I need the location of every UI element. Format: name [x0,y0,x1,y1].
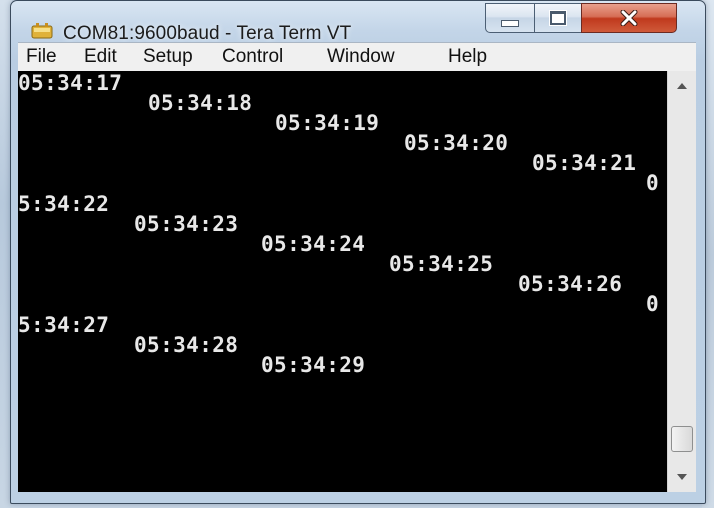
terminal-line: 0 [646,171,660,195]
menu-control[interactable]: Control [222,46,283,68]
terminal-line: 5:34:27 [18,313,110,337]
close-icon [620,10,638,26]
terminal-line: 05:34:19 [275,111,380,135]
terminal-line: 05:34:23 [134,212,239,236]
terminal-line: 05:34:28 [134,333,239,357]
menu-bar: File Edit Setup Control Window Help [18,42,696,71]
menu-window[interactable]: Window [327,46,395,68]
menu-setup[interactable]: Setup [143,46,193,68]
title-bar[interactable]: COM81:9600baud - Tera Term VT [11,1,705,44]
terminal-line: 05:34:26 [518,272,623,296]
vertical-scrollbar[interactable] [667,71,696,492]
minimize-icon [501,19,519,27]
terminal-line: 05:34:17 [18,71,123,95]
terminal-line: 05:34:25 [389,252,494,276]
teraterm-app-icon[interactable] [31,23,53,39]
menu-file[interactable]: File [26,46,57,68]
maximize-icon [550,11,566,25]
terminal-screen[interactable]: 05:34:17 05:34:18 05:34:19 05:34:20 05:3… [18,71,667,492]
terminal-line: 05:34:24 [261,232,366,256]
terminal-line: 05:34:18 [148,91,253,115]
teraterm-window: COM81:9600baud - Tera Term VT File Edit … [10,0,706,504]
terminal-line: 05:34:29 [261,353,366,377]
terminal-line: 0 [646,292,660,316]
minimize-button[interactable] [485,3,535,33]
terminal-line: 05:34:20 [404,131,509,155]
chevron-up-icon [677,83,687,89]
menu-edit[interactable]: Edit [84,46,117,68]
terminal-line: 05:34:21 [532,151,637,175]
scroll-up-button[interactable] [668,71,696,101]
maximize-button[interactable] [534,3,582,33]
scrollbar-thumb[interactable] [671,426,693,452]
terminal-line: 5:34:22 [18,192,110,216]
menu-help[interactable]: Help [448,46,487,68]
scroll-down-button[interactable] [668,462,696,492]
close-button[interactable] [581,3,677,33]
chevron-down-icon [677,474,687,480]
